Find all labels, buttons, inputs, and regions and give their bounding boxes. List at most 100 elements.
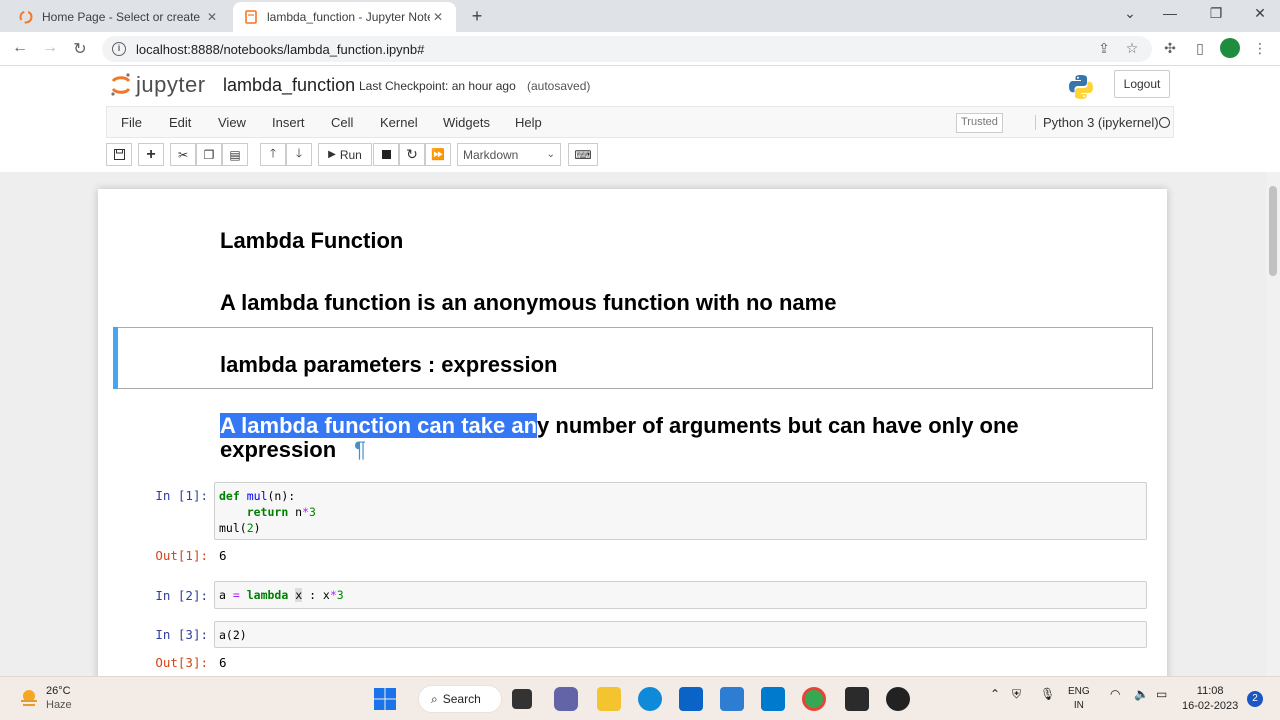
jupyter-logo[interactable]: jupyter [110,72,206,98]
app-icon[interactable] [886,687,910,711]
menu-file[interactable]: File [121,115,142,130]
trusted-badge[interactable]: Trusted [956,113,1003,133]
tab-title: Home Page - Select or create a n [42,10,204,24]
menu-widgets[interactable]: Widgets [443,115,490,130]
vscode-icon[interactable] [761,687,785,711]
cell-type-value: Markdown [463,147,519,162]
chevron-down-icon: ⌄ [546,149,555,160]
teams-chat-icon[interactable] [554,687,578,711]
edge-browser-icon[interactable] [638,687,662,711]
run-play-icon: ▶ [328,149,336,160]
close-tab-icon[interactable]: ✕ [430,10,446,24]
browser-menu-icon[interactable]: ⋮ [1250,40,1270,57]
page-scrollbar[interactable] [1266,172,1280,676]
tab-lambda-function[interactable]: lambda_function - Jupyter Noteb ✕ [233,2,456,32]
autosave-status: (autosaved) [527,79,591,93]
task-view-icon[interactable] [512,689,532,709]
notepad-icon[interactable] [720,687,744,711]
share-icon[interactable]: ⇪ [1094,40,1114,57]
file-explorer-icon[interactable] [597,687,621,711]
restart-kernel-icon[interactable]: ↻ [399,143,425,166]
markdown-heading-arguments[interactable]: A lambda function can take any number of… [220,413,1019,462]
forward-arrow-icon[interactable]: → [40,39,60,57]
microphone-icon[interactable]: 🎙 [1040,687,1055,701]
heading-text-line2: expression [220,437,337,462]
terminal-icon[interactable] [845,687,869,711]
markdown-heading-lambda-function[interactable]: Lambda Function [220,228,403,254]
wifi-icon[interactable]: ◠ [1110,687,1120,701]
move-down-icon[interactable]: 🡓 [286,143,312,166]
code-cell-input[interactable]: a(2) [214,621,1147,648]
cell-type-select[interactable]: Markdown ⌄ [457,143,561,166]
markdown-heading-definition[interactable]: A lambda function is an anonymous functi… [220,290,836,316]
menu-cell[interactable]: Cell [331,115,353,130]
last-checkpoint: Last Checkpoint: an hour ago [359,79,516,93]
copy-icon[interactable]: ❐ [196,143,222,166]
reload-icon[interactable]: ↻ [70,39,90,59]
notification-badge[interactable]: 2 [1247,691,1263,707]
back-arrow-icon[interactable]: ← [10,39,30,57]
paste-icon[interactable]: ▤ [222,143,248,166]
tab-search-chevron-icon[interactable]: ⌄ [1120,5,1140,22]
volume-icon[interactable]: 🔈 [1134,687,1149,701]
close-window-icon[interactable]: ✕ [1250,5,1270,22]
cell-selection-bar [113,327,118,389]
url-input[interactable]: i localhost:8888/notebooks/lambda_functi… [102,36,1152,62]
menu-kernel[interactable]: Kernel [380,115,418,130]
weather-widget[interactable]: 26°C Haze [18,684,72,712]
cut-icon[interactable]: ✂ [170,143,196,166]
output-prompt: Out[3]: [155,655,208,670]
minimize-icon[interactable]: — [1160,5,1180,21]
insert-cell-icon[interactable]: + [138,143,164,166]
notebook-menubar: File Edit View Insert Cell Kernel Widget… [106,106,1174,138]
markdown-heading-syntax[interactable]: lambda parameters : expression [220,352,557,378]
logout-button[interactable]: Logout [1114,70,1170,98]
tab-home-page[interactable]: Home Page - Select or create a n ✕ [8,2,230,32]
weather-condition: Haze [46,699,72,711]
save-icon[interactable] [106,143,132,166]
run-button[interactable]: ▶ Run [318,143,372,166]
jupyter-favicon-icon [18,9,34,25]
menu-help[interactable]: Help [515,115,542,130]
windows-start-icon[interactable] [373,687,397,711]
bookmark-star-icon[interactable]: ☆ [1122,40,1142,57]
close-tab-icon[interactable]: ✕ [204,10,220,24]
site-info-icon[interactable]: i [112,42,126,56]
show-hidden-icons-chevron-icon[interactable]: ⌃ [990,687,1000,701]
restore-icon[interactable]: ❐ [1206,5,1226,22]
jupyter-logo-text: jupyter [136,72,206,97]
heading-text: y number of arguments but can have only … [537,413,1019,438]
menu-view[interactable]: View [218,115,246,130]
anchor-link-icon[interactable]: ¶ [354,437,366,462]
code-cell-input[interactable]: def mul(n): return n*3 mul(2) [214,482,1147,540]
jupyter-logo-icon [111,73,131,96]
battery-icon[interactable]: ▭ [1156,687,1167,701]
input-prompt: In [3]: [155,627,208,642]
move-up-icon[interactable]: 🡑 [260,143,286,166]
system-clock[interactable]: 11:08 16-02-2023 [1182,684,1238,714]
mail-icon[interactable] [679,687,703,711]
chrome-icon[interactable] [802,687,826,711]
command-palette-keyboard-icon[interactable]: ⌨ [568,143,598,166]
input-prompt: In [2]: [155,588,208,603]
new-tab-icon[interactable]: + [467,6,487,27]
kernel-name[interactable]: Python 3 (ipykernel) [1035,115,1159,130]
taskbar-search[interactable]: ⌕ Search [418,685,502,713]
address-bar: ← → ↻ i localhost:8888/notebooks/lambda_… [0,32,1280,66]
menu-insert[interactable]: Insert [272,115,305,130]
windows-taskbar: 26°C Haze ⌕ Search ⌃ ⛨ 🎙 ENG IN ◠ 🔈 ▭ 11… [0,676,1280,720]
search-label: Search [442,692,481,706]
url-text: localhost:8888/notebooks/lambda_function… [136,41,425,57]
scrollbar-thumb[interactable] [1269,186,1277,276]
profile-avatar[interactable] [1220,38,1240,58]
notebook-name[interactable]: lambda_function [223,75,355,96]
time: 11:08 [1196,685,1224,697]
restart-run-all-icon[interactable]: ⏩ [425,143,451,166]
menu-edit[interactable]: Edit [169,115,191,130]
code-cell-input[interactable]: a = lambda x : x*3 [214,581,1147,609]
interrupt-stop-icon[interactable] [373,143,399,166]
language-indicator[interactable]: ENG IN [1068,685,1090,713]
security-icon[interactable]: ⛨ [1012,687,1021,702]
side-panel-icon[interactable]: ▯ [1190,40,1210,57]
extensions-puzzle-icon[interactable]: ✣ [1160,40,1180,57]
